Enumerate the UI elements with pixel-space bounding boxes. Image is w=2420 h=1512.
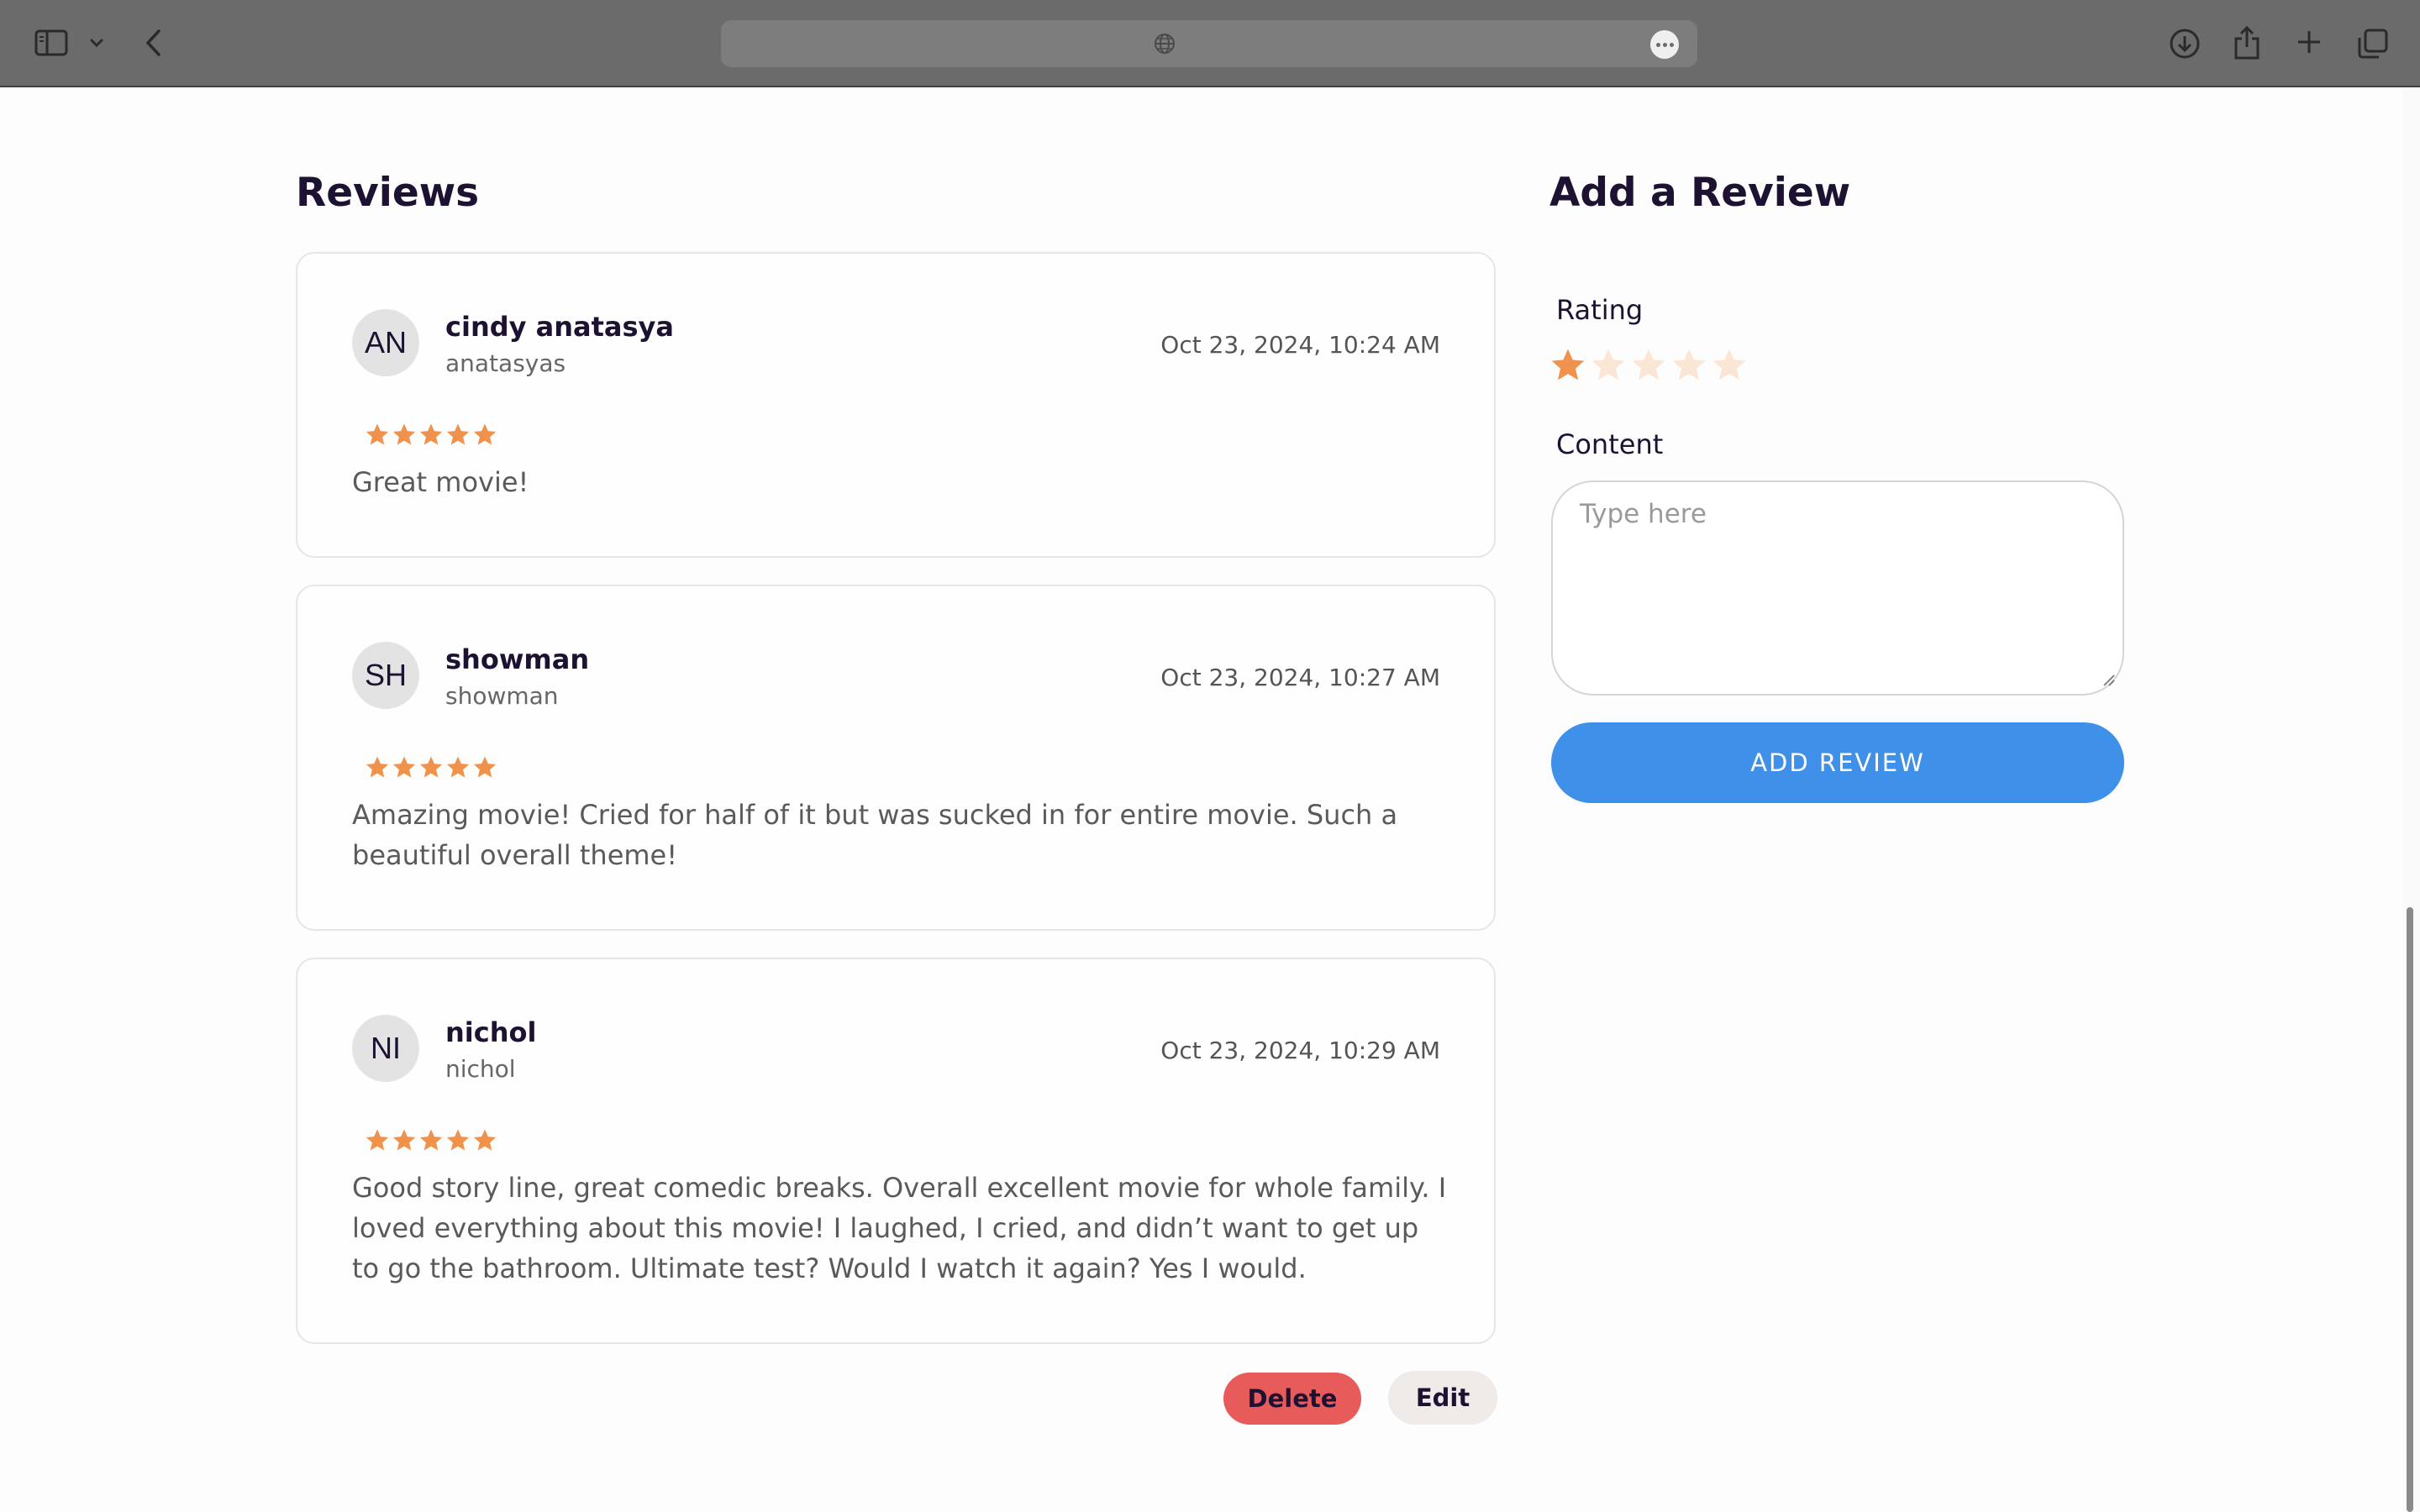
reviewer-name: nichol	[445, 1016, 537, 1048]
tabs-overview-icon[interactable]	[2356, 27, 2390, 60]
edit-button[interactable]: Edit	[1388, 1371, 1497, 1425]
review-content: Great movie!	[352, 466, 529, 498]
add-review-button[interactable]: ADD REVIEW	[1551, 722, 2124, 803]
review-rating	[365, 754, 497, 780]
reviewer-name: showman	[445, 643, 590, 675]
review-content: Amazing movie! Cried for half of it but …	[352, 799, 1398, 871]
review-rating	[365, 422, 497, 447]
star-icon	[473, 1129, 497, 1151]
star-icon	[419, 1129, 443, 1151]
rating-label: Rating	[1556, 294, 1644, 326]
reviewer-username: showman	[445, 682, 559, 710]
star-icon[interactable]	[1670, 346, 1707, 383]
back-arrow-icon[interactable]	[141, 27, 165, 59]
review-date: Oct 23, 2024, 10:24 AM	[1160, 331, 1440, 359]
review-rating	[365, 1127, 497, 1152]
content-textarea[interactable]: Type here	[1551, 480, 2124, 696]
download-icon[interactable]	[2168, 27, 2202, 60]
star-icon	[366, 756, 389, 778]
avatar: NI	[352, 1015, 419, 1082]
star-icon	[446, 423, 470, 445]
resize-handle-icon[interactable]	[2101, 672, 2116, 690]
star-icon[interactable]	[1549, 346, 1586, 383]
star-icon	[446, 756, 470, 778]
star-icon[interactable]	[1630, 346, 1667, 383]
browser-toolbar	[0, 0, 2420, 87]
chevron-down-icon[interactable]	[87, 35, 106, 50]
sidebar-icon[interactable]	[34, 29, 69, 57]
reviewer-username: anatasyas	[445, 349, 566, 377]
delete-button[interactable]: Delete	[1223, 1373, 1361, 1425]
address-bar[interactable]	[721, 20, 1697, 67]
star-icon	[392, 756, 416, 778]
star-icon	[446, 1129, 470, 1151]
star-icon	[366, 1129, 389, 1151]
star-icon	[473, 756, 497, 778]
star-icon	[392, 1129, 416, 1151]
share-icon[interactable]	[2232, 24, 2262, 62]
rating-input[interactable]	[1549, 346, 1748, 383]
review-card: NI nichol nichol Oct 23, 2024, 10:29 AM …	[296, 958, 1496, 1344]
content-label: Content	[1556, 428, 1664, 460]
review-date: Oct 23, 2024, 10:27 AM	[1160, 664, 1440, 691]
star-icon	[419, 423, 443, 445]
content-placeholder: Type here	[1580, 499, 1707, 529]
avatar: AN	[352, 309, 419, 376]
star-icon	[392, 423, 416, 445]
review-date: Oct 23, 2024, 10:29 AM	[1160, 1037, 1440, 1064]
reviews-title: Reviews	[296, 170, 480, 216]
reviewer-username: nichol	[445, 1055, 516, 1083]
star-icon	[419, 756, 443, 778]
review-content: Good story line, great comedic breaks. O…	[352, 1172, 1447, 1284]
star-icon	[473, 423, 497, 445]
avatar: SH	[352, 642, 419, 709]
new-tab-icon[interactable]	[2294, 27, 2324, 57]
star-icon[interactable]	[1590, 346, 1627, 383]
globe-icon	[1151, 30, 1178, 57]
star-icon	[366, 423, 389, 445]
scrollbar-thumb[interactable]	[2407, 907, 2413, 1512]
more-icon[interactable]	[1650, 30, 1679, 59]
reviewer-name: cindy anatasya	[445, 311, 674, 343]
review-card: AN cindy anatasya anatasyas Oct 23, 2024…	[296, 252, 1496, 558]
star-icon[interactable]	[1711, 346, 1748, 383]
add-review-title: Add a Review	[1549, 170, 1851, 216]
review-card: SH showman showman Oct 23, 2024, 10:27 A…	[296, 585, 1496, 931]
